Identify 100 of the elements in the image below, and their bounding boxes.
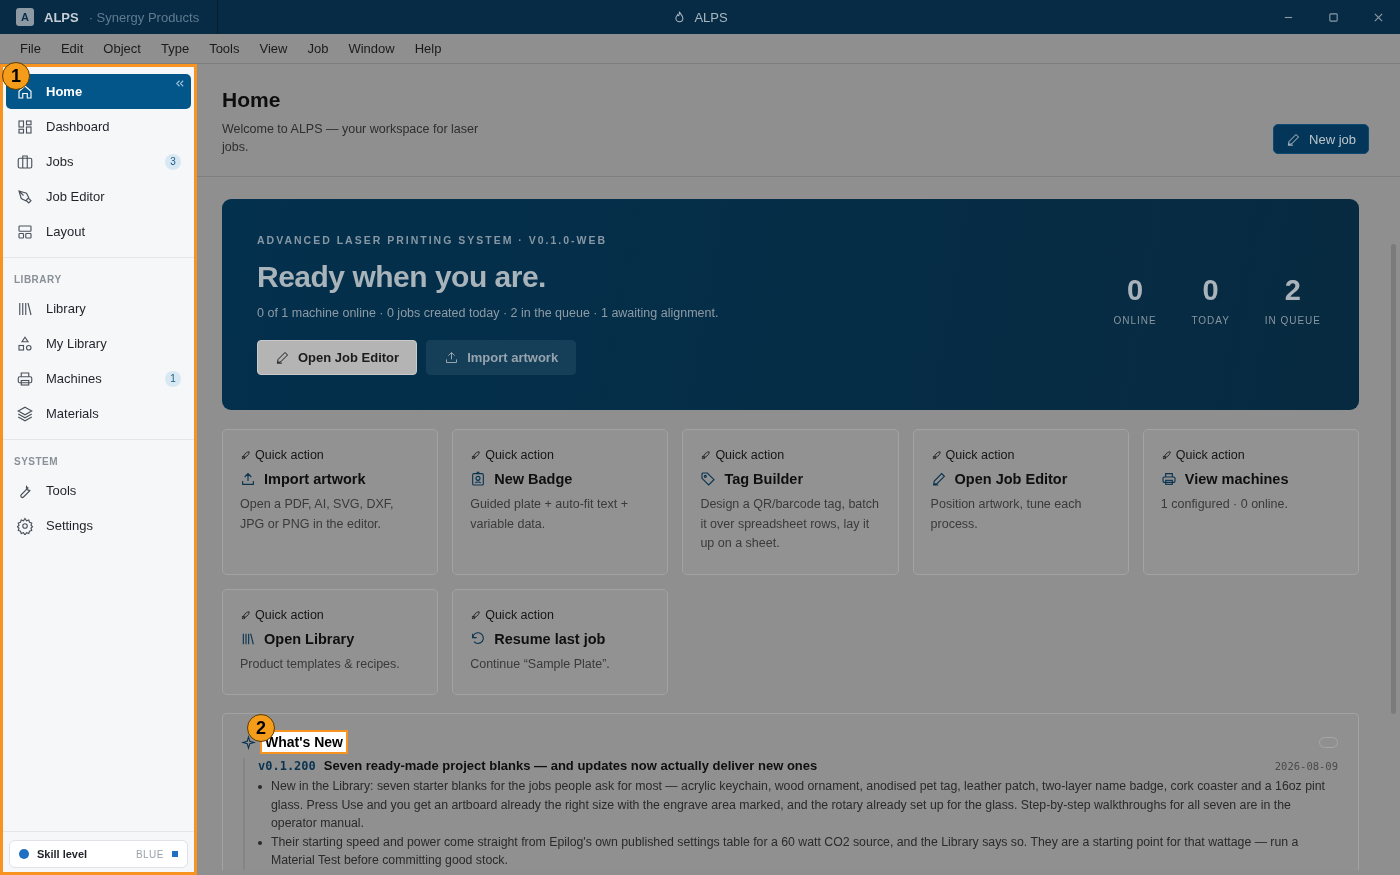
stat-label: ONLINE <box>1113 314 1157 326</box>
nav-item[interactable]: Jobs 3 <box>6 144 191 179</box>
collapse-icon[interactable] <box>174 78 185 89</box>
card-title: Open Library <box>264 631 355 647</box>
card-tag: Quick action <box>715 448 785 462</box>
close-icon[interactable] <box>1373 11 1384 23</box>
menu-item[interactable]: Type <box>150 41 200 56</box>
release-date: 2026-08-09 <box>1274 760 1338 772</box>
menu-item[interactable]: Edit <box>50 41 94 56</box>
card-title: Import artwork <box>264 471 366 487</box>
maximize-icon[interactable] <box>1328 11 1339 23</box>
quick-action-card[interactable]: Quick action Open Library Product templates & recipes. <box>222 589 439 695</box>
card-title: Resume last job <box>494 631 606 647</box>
upload-icon <box>444 350 460 365</box>
sparkle-icon <box>241 734 256 750</box>
new-job-button[interactable]: New job <box>1273 124 1369 154</box>
pen-icon <box>16 187 34 206</box>
version-label: v0.1.200 <box>258 759 316 773</box>
page-subtitle: Welcome to ALPS — your workspace for laser jobs. <box>222 121 480 156</box>
hero-eyebrow: ADVANCED LASER PRINTING SYSTEM · V0.1.0-WEB <box>257 234 609 246</box>
nav-item[interactable]: Materials <box>6 396 191 431</box>
menu-item[interactable]: View <box>249 41 298 56</box>
card-tag: Quick action <box>485 608 554 622</box>
hero-summary: 0 of 1 machine online · 0 jobs created today · 2 in the queue · 1 awaiting alignment. <box>257 306 720 320</box>
bullet-icon <box>258 840 262 845</box>
stat-label: IN QUEUE <box>1264 314 1321 326</box>
briefcase-icon <box>16 152 34 171</box>
menu-item[interactable]: Help <box>404 41 452 56</box>
card-description: Open a PDF, AI, SVG, DXF, JPG or PNG in the editor. <box>240 496 395 533</box>
quick-action-card[interactable]: Quick action Import artwork Open a PDF, AI, SVG, DXF, JPG or PNG in the editor. <box>222 429 439 575</box>
pencil-icon <box>930 471 947 487</box>
quick-action-card[interactable]: Quick action View machines 1 configured · 0 online. <box>1142 429 1359 575</box>
card-tag: Quick action <box>1175 448 1245 462</box>
card-description: 1 configured · 0 online. <box>1160 496 1289 513</box>
nav-item[interactable]: Settings <box>6 508 191 543</box>
upload-icon <box>240 471 256 487</box>
open-editor-button[interactable]: Open Job Editor <box>257 340 418 375</box>
card-tag: Quick action <box>255 608 324 622</box>
tag-icon <box>700 471 717 487</box>
bullet-icon <box>258 785 262 789</box>
gear-icon <box>16 516 34 535</box>
menu-item[interactable]: Window <box>338 41 405 56</box>
quick-action-card[interactable]: Quick action Open Job Editor Position artwork, tune each process. <box>912 429 1129 575</box>
undo-icon <box>470 631 487 647</box>
card-description: Continue “Sample Plate”. <box>470 656 611 673</box>
quick-action-card[interactable]: Quick action New Badge Guided plate + auto-fit text + variable data. <box>452 429 669 575</box>
grid-icon <box>16 117 34 136</box>
printer-icon <box>16 369 34 388</box>
pencil-icon <box>275 350 290 365</box>
stat-value: 2 <box>1284 273 1301 307</box>
card-description: Position artwork, tune each process. <box>930 496 1083 533</box>
card-title: New Badge <box>494 471 573 487</box>
badge-icon <box>470 471 487 487</box>
stat-value: 0 <box>1202 273 1219 307</box>
menu-item[interactable]: Object <box>93 41 151 56</box>
printer-icon <box>1160 471 1177 487</box>
count-badge: 3 <box>165 153 181 170</box>
section-heading: LIBRARY <box>13 273 63 287</box>
nav-item[interactable]: Job Editor <box>6 179 191 214</box>
card-title: View machines <box>1184 471 1289 487</box>
layers-icon <box>16 404 34 423</box>
menu-item[interactable]: Tools <box>199 41 250 56</box>
callout-number: 1 <box>2 62 30 90</box>
card-title: Open Job Editor <box>954 471 1068 487</box>
level-square-icon <box>172 851 178 857</box>
count-badge: 1 <box>165 370 181 387</box>
release-note: New in the Library: seven starter blanks for the jobs people ask for most — acrylic keychain, wood ornament, anodised pet tag, leather patch, two-layer name badge, cork coaster and a 16oz pint glass. Press Use and you get an artboard already the right size with the engrave area marked, and the rotary already set up for the glass. Step-by-step walkthroughs for all seven are in the operator manual. <box>271 778 1326 832</box>
hero-title: Ready when you are. <box>257 260 547 294</box>
nav-item[interactable]: My Library <box>6 326 191 361</box>
menu-item[interactable]: Job <box>297 41 339 56</box>
organization-name: · Synergy Products <box>88 9 200 25</box>
nav-item[interactable]: Dashboard <box>6 109 191 144</box>
section-heading: SYSTEM <box>13 455 60 469</box>
app-name: ALPS <box>44 9 79 25</box>
card-description: Design a QR/barcode tag, batch it over spreadsheet rows, lay it up on a sheet. <box>700 496 880 552</box>
card-tag: Quick action <box>485 448 554 462</box>
card-tag: Quick action <box>255 448 324 462</box>
release-note: Their starting speed and power come straight from Epilog's own published settings table for a 60 watt CO2 source, and the Library says so. They are a starting point for that wattage — run a Material Test before committing good stock. <box>271 833 1300 869</box>
app-logo: A <box>16 8 34 26</box>
nav-item[interactable]: Library <box>6 291 191 326</box>
card-description: Guided plate + auto-fit text + variable data. <box>470 496 629 533</box>
layout-icon <box>16 222 34 241</box>
import-button[interactable]: Import artwork <box>426 340 577 375</box>
card-description: Product templates & recipes. <box>240 656 401 673</box>
quick-action-card[interactable]: Quick action Tag Builder Design a QR/barcode tag, batch it over spreadsheet rows, lay it up on a sheet. <box>682 429 899 575</box>
stat-label: TODAY <box>1191 314 1230 326</box>
nav-item[interactable]: Machines 1 <box>6 361 191 396</box>
pencil-icon <box>1286 131 1302 147</box>
books-icon <box>240 631 256 647</box>
nav-item[interactable]: Tools <box>6 473 191 508</box>
skill-level-control[interactable]: Skill level BLUE <box>9 840 188 868</box>
quick-action-card[interactable]: Quick action Resume last job Continue “Sample Plate”. <box>452 589 669 695</box>
card-tag: Quick action <box>945 448 1015 462</box>
window-title: ALPS <box>694 9 728 25</box>
stat-value: 0 <box>1126 273 1144 307</box>
nav-item[interactable]: Layout <box>6 214 191 249</box>
menu-item[interactable]: File <box>10 41 51 56</box>
shapes-icon <box>16 334 34 353</box>
card-title: Tag Builder <box>724 471 804 487</box>
release-title: Seven ready-made project blanks — and updates now actually deliver new ones <box>323 758 819 773</box>
